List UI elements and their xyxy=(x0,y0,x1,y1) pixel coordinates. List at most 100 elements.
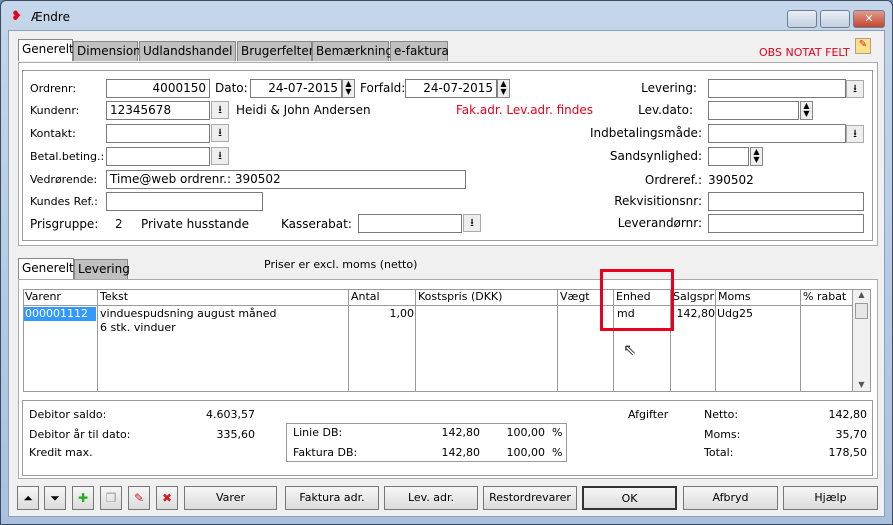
col-kostpris[interactable]: Kostspris (DKK) xyxy=(416,289,558,306)
sandsyn-spinner[interactable]: ▲ ▼ xyxy=(750,147,763,166)
dato-input[interactable]: 24-07-2015 xyxy=(250,79,342,98)
price-note: Priser er excl. moms (netto) xyxy=(264,258,418,271)
kasserabat-dropdown-icon[interactable]: ⭳ xyxy=(463,214,481,232)
indbetaling-label: Indbetalingsmåde: xyxy=(589,126,702,140)
kundenr-label: Kundenr: xyxy=(30,104,80,117)
afbryd-button[interactable]: Afbryd xyxy=(683,486,778,510)
kasserabat-input[interactable] xyxy=(358,214,462,233)
betal-dropdown-icon[interactable]: ⭳ xyxy=(211,147,229,165)
kontakt-dropdown-icon[interactable]: ⭳ xyxy=(211,124,229,142)
sandsyn-input[interactable] xyxy=(708,147,749,166)
tab-e-faktura[interactable]: e-faktura xyxy=(390,41,449,61)
ordrenr-input[interactable]: 4000150 xyxy=(106,79,210,98)
cell-varenr[interactable]: 000001112 xyxy=(24,307,96,321)
tab-brugerfelter[interactable]: Brugerfelter xyxy=(237,41,314,61)
netto-label: Netto: xyxy=(704,408,739,421)
col-rabat[interactable]: % rabat xyxy=(801,289,853,306)
col-tekst[interactable]: Tekst xyxy=(98,289,349,306)
total-label: Total: xyxy=(704,446,734,459)
levdato-label: Lev.dato: xyxy=(638,103,693,117)
hjaelp-button[interactable]: Hjælp xyxy=(783,486,878,510)
kontakt-input[interactable] xyxy=(106,124,210,143)
netto-value: 142,80 xyxy=(828,408,868,421)
faktura-pct: 100,00 xyxy=(506,446,546,459)
dato-spinner[interactable]: ▲ ▼ xyxy=(342,79,355,98)
subtab-levering[interactable]: Levering xyxy=(74,259,130,279)
restordre-button[interactable]: Restordrevarer xyxy=(483,486,577,510)
cell-moms[interactable]: Udg25 xyxy=(717,307,753,320)
ordreref-value: 390502 xyxy=(708,173,754,187)
kasserabat-label: Kasserabat: xyxy=(281,217,352,231)
move-up-icon[interactable]: ⏶ xyxy=(17,486,39,510)
moms-value: 35,70 xyxy=(835,428,868,441)
note-icon[interactable]: ✎ xyxy=(855,38,871,54)
linie-value: 142,80 xyxy=(441,426,481,439)
faktura-adr-button[interactable]: Faktura adr. xyxy=(285,486,379,510)
levering-dropdown-icon[interactable]: ⭳ xyxy=(846,80,864,98)
dato-label: Dato: xyxy=(215,81,248,95)
rekv-input[interactable] xyxy=(708,192,864,211)
tab-dimension[interactable]: Dimension xyxy=(73,41,141,61)
faktura-pct-sign: % xyxy=(552,446,563,459)
col-salgspr[interactable]: Salgspr xyxy=(671,289,716,306)
ok-button[interactable]: OK xyxy=(582,486,677,510)
varer-button[interactable]: Varer xyxy=(184,486,277,510)
add-folder-icon[interactable]: ✚ xyxy=(72,486,94,510)
levering-input[interactable] xyxy=(708,79,846,98)
aar-value: 335,60 xyxy=(216,428,256,441)
faktura-value: 142,80 xyxy=(441,446,481,459)
app-logo-icon: ❥ xyxy=(11,9,22,24)
saldo-value: 4.603,57 xyxy=(206,408,255,421)
close-button[interactable]: ✕ xyxy=(853,10,885,28)
ordrenr-label: Ordrenr: xyxy=(30,82,77,95)
tab-bemaerkning[interactable]: Bemærkning xyxy=(312,41,393,61)
forfald-input[interactable]: 24-07-2015 xyxy=(405,79,497,98)
sandsyn-label: Sandsynlighed: xyxy=(609,149,702,163)
indbetaling-dropdown-icon[interactable]: ⭳ xyxy=(846,125,864,143)
forfald-label: Forfald: xyxy=(360,81,406,95)
cell-salgspr[interactable]: 142,80 xyxy=(671,307,716,320)
tab-udlandshandel[interactable]: Udlandshandel xyxy=(139,41,236,61)
betal-input[interactable] xyxy=(106,147,210,166)
col-moms[interactable]: Moms xyxy=(716,289,801,306)
moms-label: Moms: xyxy=(704,428,741,441)
kundenr-dropdown-icon[interactable]: ⭳ xyxy=(211,101,229,119)
linie-pct-sign: % xyxy=(552,426,563,439)
levdato-input[interactable] xyxy=(708,101,799,120)
subtab-generelt[interactable]: Generelt xyxy=(18,258,74,279)
col-varenr[interactable]: Varenr xyxy=(23,289,98,306)
tab-generelt[interactable]: Generelt xyxy=(18,39,74,61)
indbetaling-input[interactable] xyxy=(708,124,846,143)
move-down-icon[interactable]: ⏷ xyxy=(44,486,66,510)
grid-scrollbar[interactable]: ▲ ▼ xyxy=(853,290,870,391)
levdato-spinner[interactable]: ▲ ▼ xyxy=(800,101,813,120)
total-value: 178,50 xyxy=(828,446,868,459)
copy-icon[interactable]: ❐ xyxy=(100,486,122,510)
kontakt-label: Kontakt: xyxy=(30,127,76,140)
linie-label: Linie DB: xyxy=(293,426,343,439)
leverandor-input[interactable] xyxy=(708,214,864,233)
minimize-button[interactable] xyxy=(787,10,817,28)
window-title: Ændre xyxy=(31,10,70,24)
maximize-button[interactable] xyxy=(820,10,850,28)
kundenr-input[interactable]: 12345678 xyxy=(106,101,210,120)
cell-tekst-1[interactable]: vinduespudsning august måned xyxy=(100,307,277,320)
kredit-label: Kredit max. xyxy=(29,446,93,459)
kunde-name: Heidi & John Andersen xyxy=(236,103,371,117)
highlight-box xyxy=(600,269,674,331)
prisgruppe-value: 2 xyxy=(115,217,123,231)
forfald-spinner[interactable]: ▲ ▼ xyxy=(497,79,510,98)
kundesref-input[interactable] xyxy=(106,192,263,211)
edit-document-icon[interactable]: ✎ xyxy=(128,486,150,510)
col-antal[interactable]: Antal xyxy=(349,289,416,306)
cell-tekst-2[interactable]: 6 stk. vinduer xyxy=(100,321,176,334)
lev-adr-button[interactable]: Lev. adr. xyxy=(384,486,478,510)
vedr-label: Vedrørende: xyxy=(30,173,98,186)
delete-document-icon[interactable]: ✖ xyxy=(156,486,178,510)
prisgruppe-label: Prisgruppe: xyxy=(30,217,99,231)
ordreref-label: Ordreref.: xyxy=(644,173,702,187)
obs-notat-label: OBS NOTAT FELT xyxy=(759,46,850,59)
levering-label: Levering: xyxy=(641,81,697,95)
cell-antal[interactable]: 1,00 xyxy=(349,307,415,320)
vedr-input[interactable]: Time@web ordrenr.: 390502 xyxy=(106,170,466,189)
